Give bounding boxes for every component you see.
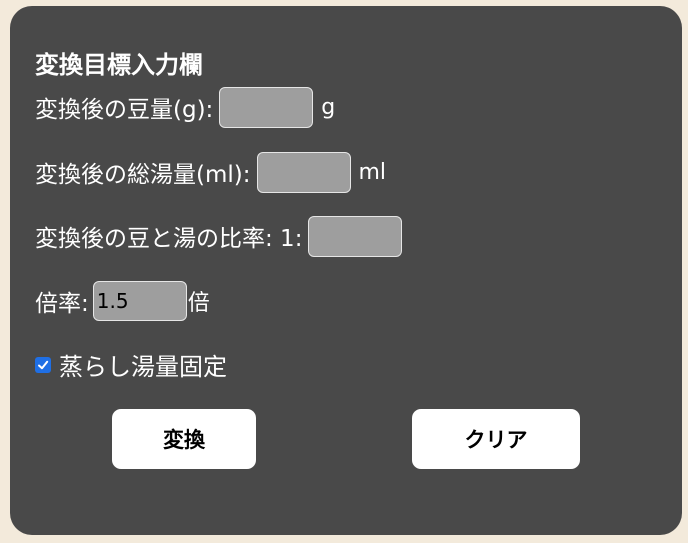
- ratio-label: 変換後の豆と湯の比率: 1:: [35, 226, 303, 252]
- multiplier-input[interactable]: [92, 281, 187, 321]
- ratio-row: 変換後の豆と湯の比率: 1:: [35, 215, 403, 257]
- beans-unit: g: [321, 94, 336, 120]
- multiplier-row: 倍率: 倍: [35, 280, 210, 322]
- water-input[interactable]: [256, 151, 351, 193]
- water-row: 変換後の総湯量(ml): ml: [35, 151, 386, 193]
- convert-button[interactable]: 変換: [112, 409, 256, 469]
- conversion-panel: 変換目標入力欄 変換後の豆量(g): g 変換後の総湯量(ml): ml 変換後…: [10, 6, 682, 535]
- beans-row: 変換後の豆量(g): g: [35, 86, 335, 128]
- multiplier-label: 倍率:: [35, 291, 89, 317]
- fixed-steam-water-checkbox[interactable]: [35, 356, 51, 373]
- multiplier-unit: 倍: [187, 291, 210, 316]
- beans-label: 変換後の豆量(g):: [35, 97, 214, 123]
- fixed-steam-water-label: 蒸らし湯量固定: [59, 353, 227, 381]
- beans-input[interactable]: [219, 86, 314, 128]
- clear-button[interactable]: クリア: [412, 409, 580, 469]
- water-unit: ml: [358, 159, 387, 185]
- panel-title: 変換目標入力欄: [35, 51, 203, 79]
- ratio-input[interactable]: [308, 215, 403, 257]
- fixed-steam-water-option: 蒸らし湯量固定: [35, 347, 227, 382]
- checkmark-icon: [38, 360, 49, 369]
- water-label: 変換後の総湯量(ml):: [35, 162, 251, 188]
